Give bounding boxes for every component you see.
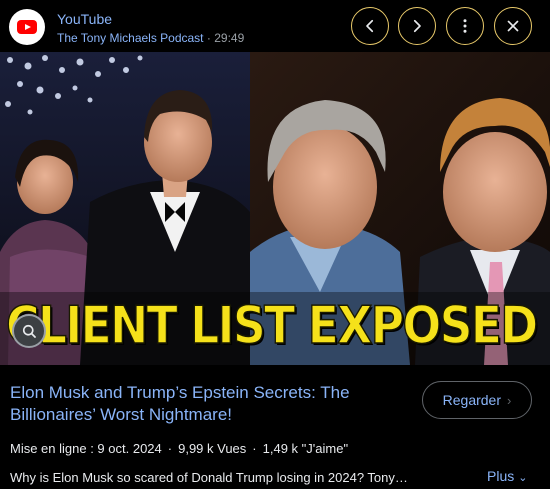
thumbnail-banner-text: CLIENT LIST EXPOSED: [5, 295, 539, 357]
meta-separator: ·: [252, 441, 257, 456]
previous-button[interactable]: [351, 7, 389, 45]
upload-date: Mise en ligne : 9 oct. 2024: [10, 441, 162, 456]
watch-button-label: Regarder: [442, 392, 502, 408]
chevron-left-icon: [366, 19, 374, 33]
more-options-button[interactable]: [446, 7, 484, 45]
chevron-down-icon: ⌄: [518, 472, 528, 484]
video-title[interactable]: Elon Musk and Trump’s Epstein Secrets: T…: [10, 382, 400, 426]
channel-name[interactable]: The Tony Michaels Podcast: [57, 31, 204, 45]
next-button[interactable]: [398, 7, 436, 45]
more-vert-icon: [463, 19, 467, 33]
viewer-header: YouTube The Tony Michaels Podcast · 29:4…: [0, 0, 550, 52]
video-thumbnail[interactable]: CLIENT LIST EXPOSED: [0, 52, 550, 365]
chevron-right-icon: [413, 19, 421, 33]
like-count: 1,49 k "J'aime": [262, 441, 349, 456]
view-count: 9,99 k Vues: [178, 441, 247, 456]
close-icon: [507, 20, 519, 32]
meta-separator: ·: [167, 441, 173, 456]
video-duration: 29:49: [214, 31, 245, 45]
youtube-logo-icon: [9, 9, 45, 45]
chevron-right-small-icon: ›: [507, 392, 512, 408]
lens-search-icon: [22, 324, 36, 338]
lens-search-button[interactable]: [12, 314, 46, 348]
video-description: Why is Elon Musk so scared of Donald Tru…: [10, 470, 408, 485]
video-metadata: Mise en ligne : 9 oct. 2024 · 9,99 k Vues ·…: [10, 441, 348, 456]
close-button[interactable]: [494, 7, 532, 45]
watch-button[interactable]: Regarder ›: [422, 381, 532, 419]
source-name[interactable]: YouTube: [57, 11, 112, 27]
channel-line: The Tony Michaels Podcast · 29:49: [57, 31, 244, 45]
more-button[interactable]: Plus ⌄: [487, 468, 527, 484]
more-button-label: Plus: [487, 468, 515, 484]
channel-separator: ·: [206, 31, 211, 45]
